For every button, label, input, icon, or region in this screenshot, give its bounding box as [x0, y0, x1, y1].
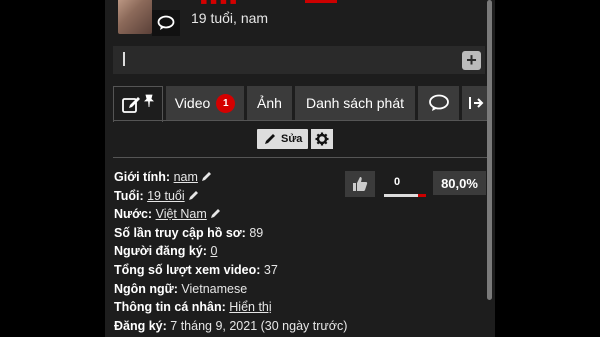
edit-toolbar: Sửa	[257, 129, 334, 149]
age-label: Tuổi:	[114, 188, 144, 203]
info-row-personal: Thông tin cá nhân: Hiển thị	[114, 298, 347, 317]
like-button[interactable]	[345, 171, 375, 197]
tab-playlists-label: Danh sách phát	[305, 95, 405, 111]
tab-videos-label: Video	[174, 95, 211, 111]
country-label: Nước:	[114, 207, 153, 222]
subscribers-value[interactable]: 0	[210, 244, 217, 258]
plus-icon: +	[466, 50, 477, 70]
vote-ratio-negative	[418, 194, 426, 197]
pencil-icon[interactable]	[188, 189, 200, 201]
vote-count: 0	[394, 176, 401, 188]
add-button[interactable]: +	[462, 51, 481, 70]
pencil-icon[interactable]	[210, 207, 222, 219]
tab-share[interactable]	[462, 86, 487, 120]
profile-tabs: Video 1 Ảnh Danh sách phát	[113, 86, 487, 122]
vote-ratio-bar	[384, 194, 426, 197]
tab-playlists[interactable]: Danh sách phát	[295, 86, 415, 120]
thumbs-up-icon	[353, 177, 368, 191]
pin-icon	[144, 94, 154, 107]
avatar[interactable]	[118, 0, 152, 34]
tab-photos-label: Ảnh	[257, 95, 282, 111]
tabs-divider	[113, 120, 487, 121]
edit-note-icon	[122, 96, 140, 113]
settings-button[interactable]	[311, 129, 334, 149]
rating-percent: 80,0%	[433, 171, 486, 195]
age-gender: 19 tuổi, nam	[191, 10, 269, 26]
info-row-views: Tổng số lượt xem video: 37	[114, 261, 347, 280]
edit-button[interactable]: Sửa	[257, 129, 309, 149]
language-value: Vietnamese	[181, 281, 248, 296]
status-input[interactable]: +	[113, 46, 485, 74]
premium-bar	[305, 0, 337, 3]
personal-toggle-link[interactable]: Hiển thị	[229, 300, 271, 314]
send-message-button[interactable]	[152, 10, 180, 36]
pencil-icon[interactable]	[201, 170, 213, 182]
age-value[interactable]: 19 tuổi	[147, 189, 185, 203]
tab-comments[interactable]	[418, 86, 459, 120]
video-count-badge: 1	[216, 93, 236, 113]
language-label: Ngôn ngữ:	[114, 281, 178, 296]
views-value: 37	[263, 262, 278, 277]
tab-videos[interactable]: Video 1	[166, 86, 244, 120]
info-row-visits: Số lần truy cập hồ sơ: 89	[114, 224, 347, 243]
text-caret	[123, 52, 125, 66]
info-row-age: Tuổi: 19 tuổi	[114, 187, 347, 206]
tab-photos[interactable]: Ảnh	[247, 86, 292, 120]
info-row-joined: Đăng ký: 7 tháng 9, 2021 (30 ngày trước)	[114, 317, 347, 336]
country-value[interactable]: Việt Nam	[156, 207, 207, 221]
subscribers-label: Người đăng ký:	[114, 244, 207, 259]
profile-info: Giới tính: nam Tuổi: 19 tuổi Nước: Việt …	[114, 168, 347, 335]
visits-label: Số lần truy cập hồ sơ:	[114, 225, 246, 240]
info-row-language: Ngôn ngữ: Vietnamese	[114, 280, 347, 299]
scrollbar[interactable]	[487, 0, 492, 300]
joined-value: 7 tháng 9, 2021 (30 ngày trước)	[170, 318, 348, 333]
joined-label: Đăng ký:	[114, 318, 167, 333]
gender-label: Giới tính:	[114, 170, 171, 184]
comment-icon	[428, 94, 449, 111]
views-label: Tổng số lượt xem video:	[114, 262, 261, 277]
section-divider	[113, 157, 487, 158]
personal-label: Thông tin cá nhân:	[114, 300, 226, 315]
share-icon	[469, 97, 484, 109]
info-row-subscribers: Người đăng ký: 0	[114, 242, 347, 261]
gender-value[interactable]: nam	[174, 170, 198, 184]
gear-icon	[315, 132, 329, 146]
visits-value: 89	[249, 225, 264, 240]
pencil-icon	[265, 134, 275, 144]
info-row-gender: Giới tính: nam	[114, 168, 347, 187]
edit-button-label: Sửa	[281, 133, 303, 145]
info-row-country: Nước: Việt Nam	[114, 205, 347, 224]
chat-bubble-icon	[157, 15, 175, 30]
tab-about[interactable]	[113, 86, 163, 122]
